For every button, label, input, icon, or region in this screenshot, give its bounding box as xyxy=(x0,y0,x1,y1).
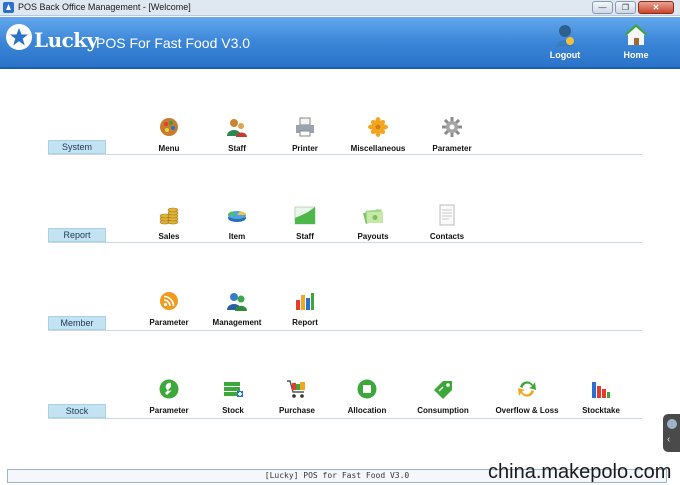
item-label: Report xyxy=(292,318,318,327)
item-label: Parameter xyxy=(149,318,189,327)
logout-button[interactable]: Logout xyxy=(540,23,590,63)
minimize-button[interactable]: — xyxy=(592,1,613,14)
item-label: Parameter xyxy=(149,406,189,415)
watermark: china.makepolo.com xyxy=(488,461,672,483)
section-system: Menu Staff Printer Miscellaneous Paramet… xyxy=(0,110,680,190)
section-divider xyxy=(48,330,642,331)
system-menu-button[interactable]: Menu xyxy=(134,116,204,156)
item-label: Printer xyxy=(292,144,318,153)
brand-subtitle: POS For Fast Food V3.0 xyxy=(96,35,251,51)
report-contacts-button[interactable]: Contacts xyxy=(412,204,482,244)
stock-stock-button[interactable]: Stock xyxy=(198,378,268,418)
members-icon xyxy=(227,293,247,311)
user-logout-icon xyxy=(556,25,574,47)
section-label-report: Report xyxy=(48,228,106,242)
window-controls: — ❐ ✕ xyxy=(592,1,674,14)
system-miscellaneous-button[interactable]: Miscellaneous xyxy=(343,116,413,156)
stocktake-chart-icon xyxy=(592,382,610,398)
member-report-button[interactable]: Report xyxy=(270,290,340,330)
close-icon: ✕ xyxy=(652,3,660,12)
item-label: Consumption xyxy=(417,406,469,415)
logout-label: Logout xyxy=(549,50,581,60)
stock-consumption-button[interactable]: Consumption xyxy=(408,378,478,418)
stock-overflow-loss-button[interactable]: Overflow & Loss xyxy=(492,378,562,418)
rss-feed-icon xyxy=(160,292,178,310)
report-payouts-button[interactable]: Payouts xyxy=(338,204,408,244)
stop-record-icon xyxy=(357,379,377,399)
item-label: Management xyxy=(212,318,262,327)
item-label: Miscellaneous xyxy=(350,144,406,153)
system-printer-button[interactable]: Printer xyxy=(270,116,340,156)
member-parameter-button[interactable]: Parameter xyxy=(134,290,204,330)
item-label: Staff xyxy=(296,232,314,241)
brand-name: Lucky xyxy=(34,28,98,52)
minimize-icon: — xyxy=(598,3,607,12)
item-label: Stocktake xyxy=(582,406,620,415)
stock-parameter-button[interactable]: Parameter xyxy=(134,378,204,418)
item-label: Sales xyxy=(158,232,180,241)
home-icon xyxy=(624,24,648,45)
side-dock-tab[interactable]: ‹ xyxy=(663,414,680,452)
member-management-button[interactable]: Management xyxy=(202,290,272,330)
section-divider xyxy=(48,242,642,243)
dock-dot-icon xyxy=(667,419,677,429)
report-item-button[interactable]: Item xyxy=(202,204,272,244)
header-banner: Lucky POS For Fast Food V3.0 Logout Home xyxy=(0,17,680,69)
shopping-cart-icon xyxy=(287,380,305,398)
price-tag-icon xyxy=(434,381,452,399)
home-button[interactable]: Home xyxy=(611,23,661,63)
chevron-icon: ‹ xyxy=(667,434,671,445)
report-staff-button[interactable]: Staff xyxy=(270,204,340,244)
staff-icon xyxy=(227,119,247,137)
palette-icon xyxy=(160,118,178,136)
system-parameter-button[interactable]: Parameter xyxy=(417,116,487,156)
item-label: Payouts xyxy=(357,232,389,241)
stock-purchase-button[interactable]: Purchase xyxy=(262,378,332,418)
item-label: Item xyxy=(228,232,246,241)
stock-stack-icon xyxy=(224,382,243,397)
close-button[interactable]: ✕ xyxy=(638,1,674,14)
item-label: Menu xyxy=(158,144,180,153)
printer-icon xyxy=(296,117,314,137)
home-label: Home xyxy=(623,50,649,60)
gear-icon xyxy=(442,117,462,137)
item-label: Contacts xyxy=(429,232,465,241)
app-icon xyxy=(3,2,14,13)
item-label: Staff xyxy=(228,144,246,153)
maximize-icon: ❐ xyxy=(621,3,630,12)
report-sales-button[interactable]: Sales xyxy=(134,204,204,244)
section-label-system: System xyxy=(48,140,106,154)
stock-allocation-button[interactable]: Allocation xyxy=(332,378,402,418)
section-stock: Parameter Stock Purchase Allocation Cons… xyxy=(0,374,680,454)
system-staff-button[interactable]: Staff xyxy=(202,116,272,156)
maximize-button[interactable]: ❐ xyxy=(615,1,636,14)
window-titlebar: POS Back Office Management - [Welcome] —… xyxy=(0,0,680,16)
money-notes-icon xyxy=(362,209,383,224)
main-panel: Menu Staff Printer Miscellaneous Paramet… xyxy=(0,70,680,470)
coins-icon xyxy=(159,207,179,225)
item-label: Parameter xyxy=(432,144,472,153)
section-report: Sales Item Staff Payouts Contacts Report xyxy=(0,198,680,278)
item-label: Purchase xyxy=(278,406,316,415)
flower-icon xyxy=(368,117,388,137)
contacts-document-icon xyxy=(439,204,455,226)
section-label-member: Member xyxy=(48,316,106,330)
stock-stocktake-button[interactable]: Stocktake xyxy=(566,378,636,418)
section-divider xyxy=(48,418,642,419)
section-member: Parameter Management Report Member xyxy=(0,286,680,366)
recycle-arrows-icon xyxy=(518,381,536,397)
star-logo-icon xyxy=(6,24,32,50)
pie-chart-icon xyxy=(227,211,247,222)
section-divider xyxy=(48,154,642,155)
item-label: Stock xyxy=(222,406,244,415)
item-label: Allocation xyxy=(347,406,387,415)
wrench-icon xyxy=(159,379,179,399)
section-label-stock: Stock xyxy=(48,404,106,418)
area-chart-icon xyxy=(294,206,316,225)
item-label: Overflow & Loss xyxy=(495,406,559,415)
bar-chart-icon xyxy=(296,293,314,310)
window-title: POS Back Office Management - [Welcome] xyxy=(18,2,191,12)
